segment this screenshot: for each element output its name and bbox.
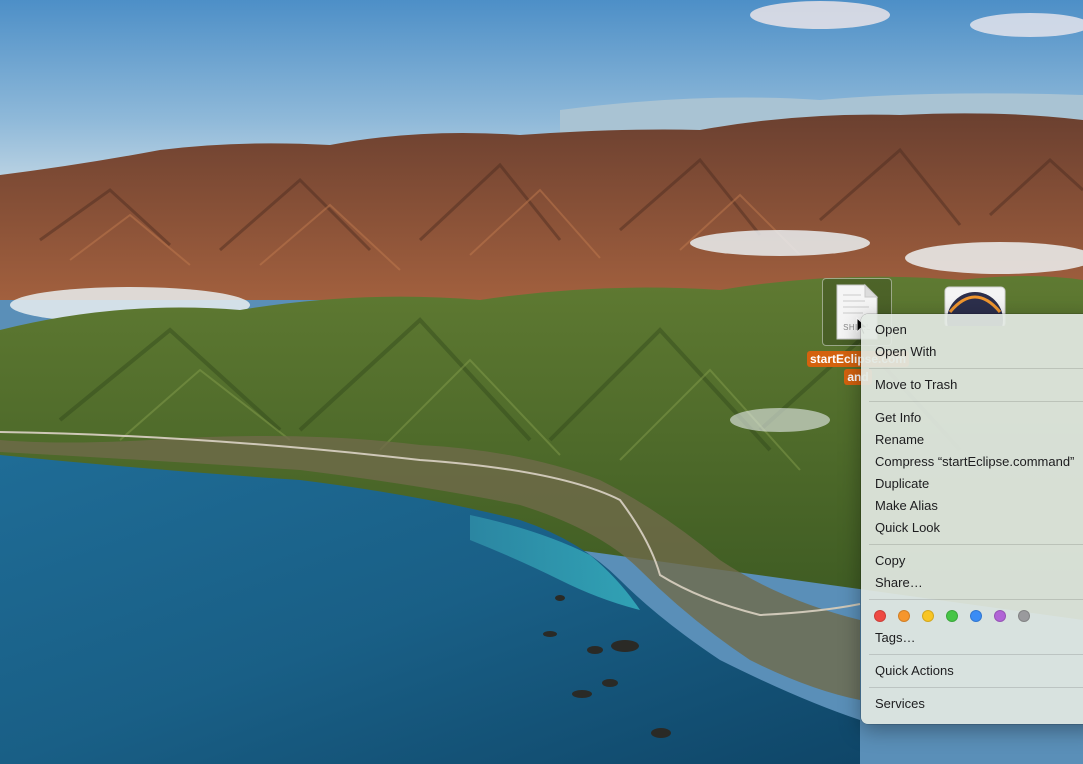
menu-item-services[interactable]: Services [861,693,1083,715]
menu-item-move-to-trash[interactable]: Move to Trash [861,374,1083,396]
tag-purple-dot[interactable] [994,610,1006,622]
menu-item-share[interactable]: Share… [861,572,1083,594]
tag-orange-dot[interactable] [898,610,910,622]
menu-item-make-alias[interactable]: Make Alias [861,495,1083,517]
menu-separator [869,654,1083,655]
menu-item-duplicate[interactable]: Duplicate [861,473,1083,495]
menu-separator [869,544,1083,545]
context-menu: Open Open With Move to Trash Get Info Re… [861,314,1083,724]
tag-blue-dot[interactable] [970,610,982,622]
tag-color-row [861,605,1083,627]
menu-separator [869,401,1083,402]
menu-item-copy[interactable]: Copy [861,550,1083,572]
menu-item-quick-actions[interactable]: Quick Actions [861,660,1083,682]
menu-separator [869,599,1083,600]
tag-red-dot[interactable] [874,610,886,622]
menu-item-open-with[interactable]: Open With [861,341,1083,363]
menu-item-compress[interactable]: Compress “startEclipse.command” [861,451,1083,473]
menu-item-quick-look[interactable]: Quick Look [861,517,1083,539]
menu-item-open[interactable]: Open [861,319,1083,341]
menu-separator [869,368,1083,369]
menu-item-tags[interactable]: Tags… [861,627,1083,649]
menu-separator [869,687,1083,688]
menu-item-rename[interactable]: Rename [861,429,1083,451]
tag-gray-dot[interactable] [1018,610,1030,622]
tag-green-dot[interactable] [946,610,958,622]
menu-item-get-info[interactable]: Get Info [861,407,1083,429]
tag-yellow-dot[interactable] [922,610,934,622]
